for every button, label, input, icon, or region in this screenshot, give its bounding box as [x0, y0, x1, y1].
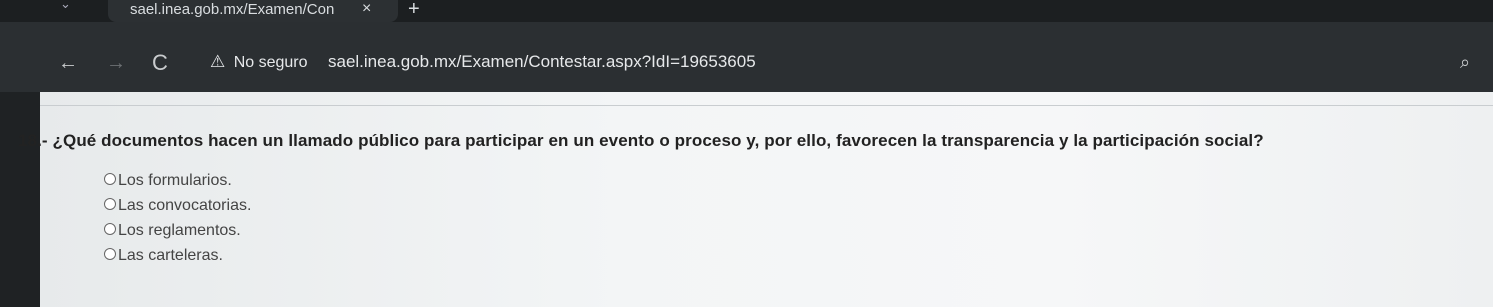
tab-list-dropdown-icon[interactable]: ⌄ — [60, 0, 71, 12]
new-tab-icon[interactable]: + — [408, 0, 420, 21]
divider — [40, 105, 1493, 106]
tab-strip: ⌄ sael.inea.gob.mx/Examen/Con × + — [0, 0, 1493, 22]
back-arrow-icon[interactable]: ← — [58, 52, 78, 75]
option-1[interactable]: Los formularios. — [104, 172, 232, 190]
security-label: No seguro — [233, 54, 308, 71]
radio-button[interactable] — [104, 223, 116, 235]
warning-icon: ⚠ — [210, 52, 226, 71]
tab-title: sael.inea.gob.mx/Examen/Con — [130, 1, 335, 18]
address-bar[interactable]: sael.inea.gob.mx/Examen/Contestar.aspx?I… — [328, 52, 756, 72]
option-4[interactable]: Las carteleras. — [104, 247, 223, 265]
forward-arrow-icon[interactable]: → — [106, 52, 126, 75]
browser-toolbar: ← → C ⚠ No seguro sael.inea.gob.mx/Exame… — [0, 22, 1493, 92]
radio-button[interactable] — [104, 198, 116, 210]
option-2[interactable]: Las convocatorias. — [104, 197, 251, 215]
zoom-icon[interactable]: ⌕ — [1460, 52, 1470, 73]
browser-tab[interactable]: sael.inea.gob.mx/Examen/Con × — [108, 0, 398, 22]
question-text: 18.- ¿Qué documentos hacen un llamado pú… — [18, 131, 1264, 150]
radio-button[interactable] — [104, 173, 116, 185]
page-content: 18.- ¿Qué documentos hacen un llamado pú… — [18, 92, 1493, 307]
reload-icon[interactable]: C — [152, 50, 168, 76]
option-label: Los reglamentos. — [118, 222, 241, 239]
radio-button[interactable] — [104, 248, 116, 260]
option-label: Las carteleras. — [118, 247, 223, 264]
option-3[interactable]: Los reglamentos. — [104, 222, 241, 240]
option-label: Las convocatorias. — [118, 197, 252, 214]
option-label: Los formularios. — [118, 172, 232, 189]
close-icon[interactable]: × — [362, 0, 371, 18]
security-indicator[interactable]: ⚠ No seguro — [210, 52, 308, 72]
